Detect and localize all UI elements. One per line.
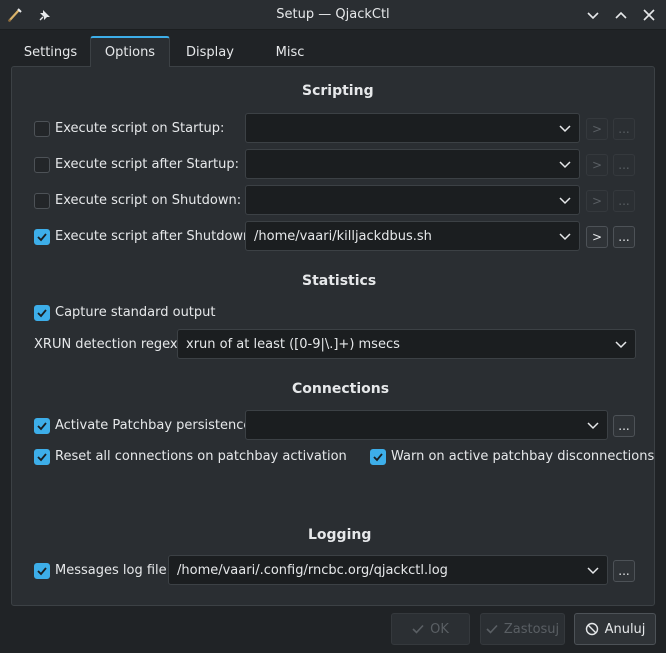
warn-disconnections-checkbox[interactable] bbox=[370, 449, 386, 465]
check-icon bbox=[486, 624, 498, 634]
shutdown-script-label: Execute script on Shutdown: bbox=[55, 193, 242, 208]
after-startup-script-checkbox[interactable] bbox=[34, 157, 50, 173]
log-file-checkbox[interactable] bbox=[34, 563, 50, 579]
chevron-down-icon bbox=[587, 419, 599, 435]
tab-misc[interactable]: Misc bbox=[250, 37, 330, 67]
tab-settings[interactable]: Settings bbox=[11, 37, 90, 67]
after-startup-script-label: Execute script after Startup: bbox=[55, 157, 239, 172]
minimize-icon[interactable] bbox=[584, 6, 602, 24]
after-startup-symbol-button[interactable]: > bbox=[586, 154, 608, 176]
log-file-value: /home/vaari/.config/rncbc.org/qjackctl.l… bbox=[177, 562, 448, 578]
shutdown-symbol-button[interactable]: > bbox=[586, 190, 608, 212]
apply-label: Zastosuj bbox=[503, 621, 560, 637]
after-startup-script-combo[interactable] bbox=[245, 149, 580, 179]
after-shutdown-script-combo[interactable]: /home/vaari/killjackdbus.sh bbox=[245, 221, 580, 251]
shutdown-script-combo[interactable] bbox=[245, 185, 580, 215]
maximize-icon[interactable] bbox=[612, 6, 630, 24]
statistics-title: Statistics bbox=[302, 273, 377, 289]
xrun-regex-label: XRUN detection regex: bbox=[34, 337, 182, 352]
checkmark-icon bbox=[37, 567, 47, 576]
checkmark-icon bbox=[37, 453, 47, 462]
startup-symbol-button[interactable]: > bbox=[586, 118, 608, 140]
close-icon[interactable] bbox=[640, 6, 658, 24]
reset-connections-label: Reset all connections on patchbay activa… bbox=[55, 449, 347, 464]
after-shutdown-symbol-button[interactable]: > bbox=[586, 226, 608, 248]
startup-script-combo[interactable] bbox=[245, 113, 580, 143]
startup-browse-button[interactable]: ... bbox=[613, 118, 635, 140]
reset-connections-checkbox[interactable] bbox=[34, 449, 50, 465]
capture-output-label: Capture standard output bbox=[55, 305, 216, 320]
patchbay-persistence-checkbox[interactable] bbox=[34, 418, 50, 434]
checkmark-icon bbox=[37, 422, 47, 431]
logging-title: Logging bbox=[308, 527, 372, 543]
xrun-regex-combo[interactable]: xrun of at least ([0-9|\.]+) msecs bbox=[177, 329, 636, 359]
tab-options[interactable]: Options bbox=[90, 36, 170, 67]
after-shutdown-script-label: Execute script after Shutdown: bbox=[55, 229, 256, 244]
cancel-icon bbox=[585, 622, 598, 636]
chevron-down-icon bbox=[615, 338, 627, 354]
tab-display[interactable]: Display bbox=[170, 37, 250, 67]
title-bar: Setup — QjackCtl bbox=[0, 0, 666, 30]
chevron-down-icon bbox=[559, 194, 571, 210]
log-file-label: Messages log file: bbox=[55, 563, 172, 578]
checkmark-icon bbox=[373, 453, 383, 462]
options-panel: Scripting Execute script on Startup: > .… bbox=[11, 66, 655, 606]
cancel-label: Anuluj bbox=[604, 621, 646, 637]
xrun-regex-value: xrun of at least ([0-9|\.]+) msecs bbox=[186, 336, 400, 352]
chevron-down-icon bbox=[587, 564, 599, 580]
tab-bar: Settings Options Display Misc bbox=[11, 36, 330, 67]
ok-button[interactable]: OK bbox=[391, 613, 470, 645]
apply-button[interactable]: Zastosuj bbox=[480, 613, 565, 645]
log-file-browse-button[interactable]: ... bbox=[613, 560, 635, 582]
startup-script-label: Execute script on Startup: bbox=[55, 121, 225, 136]
patchbay-persistence-label: Activate Patchbay persistence: bbox=[55, 418, 256, 433]
check-icon bbox=[412, 624, 424, 634]
patchbay-persistence-combo[interactable] bbox=[245, 410, 608, 440]
patchbay-browse-button[interactable]: ... bbox=[613, 415, 635, 437]
after-startup-browse-button[interactable]: ... bbox=[613, 154, 635, 176]
shutdown-browse-button[interactable]: ... bbox=[613, 190, 635, 212]
checkmark-icon bbox=[37, 233, 47, 242]
after-shutdown-browse-button[interactable]: ... bbox=[613, 226, 635, 248]
connections-title: Connections bbox=[292, 381, 390, 397]
scripting-title: Scripting bbox=[302, 83, 374, 99]
shutdown-script-checkbox[interactable] bbox=[34, 193, 50, 209]
after-shutdown-script-checkbox[interactable] bbox=[34, 229, 50, 245]
after-shutdown-script-value: /home/vaari/killjackdbus.sh bbox=[254, 228, 432, 244]
chevron-down-icon bbox=[559, 230, 571, 246]
warn-disconnections-label: Warn on active patchbay disconnections bbox=[391, 449, 655, 464]
capture-output-checkbox[interactable] bbox=[34, 305, 50, 321]
window-title: Setup — QjackCtl bbox=[276, 7, 390, 22]
cancel-button[interactable]: Anuluj bbox=[574, 613, 656, 645]
ok-label: OK bbox=[430, 621, 449, 637]
chevron-down-icon bbox=[559, 122, 571, 138]
chevron-down-icon bbox=[559, 158, 571, 174]
checkmark-icon bbox=[37, 309, 47, 318]
startup-script-checkbox[interactable] bbox=[34, 121, 50, 137]
log-file-combo[interactable]: /home/vaari/.config/rncbc.org/qjackctl.l… bbox=[168, 555, 608, 585]
